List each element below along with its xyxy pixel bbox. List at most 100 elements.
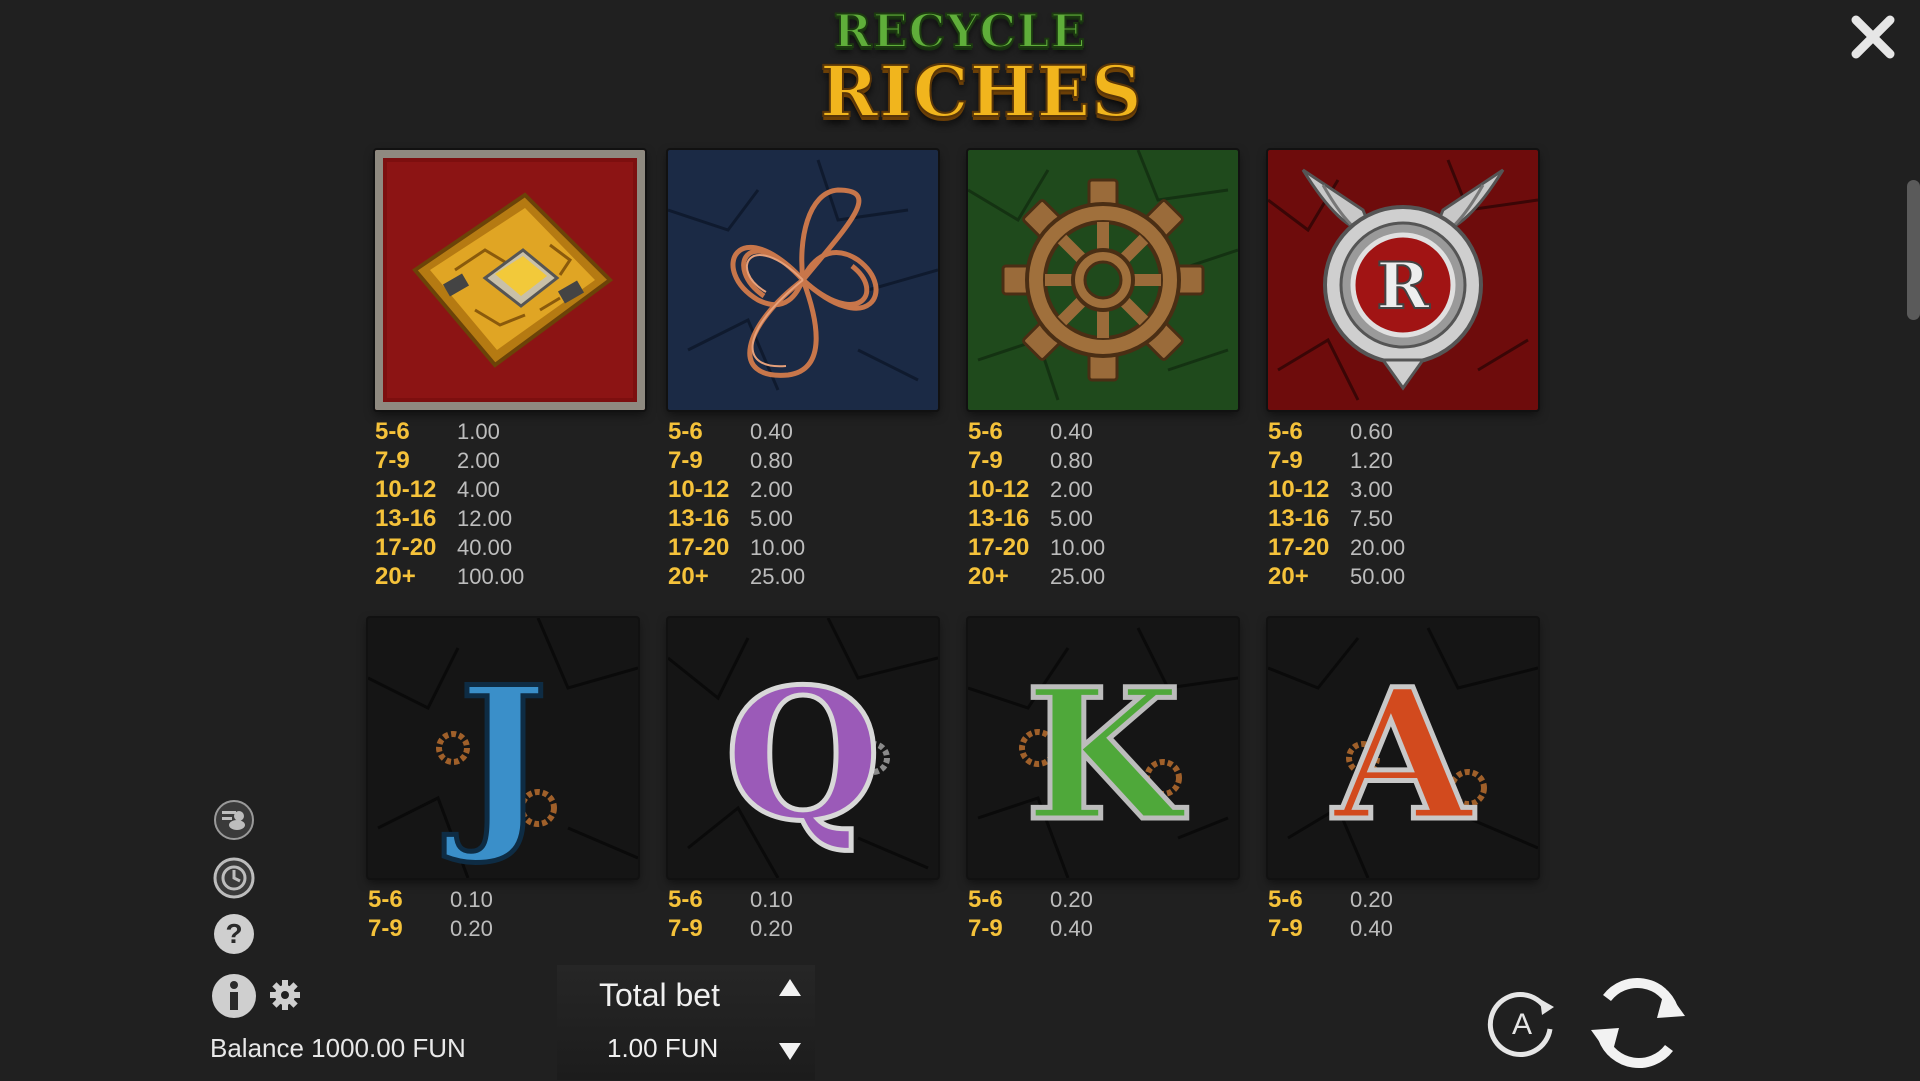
pay-row: 7-9 0.20 [368,915,638,944]
symbol-card-letter-a: A 5-6 0.20 7-9 0.40 [1268,618,1538,944]
help-icon[interactable]: ? [212,912,256,956]
pay-row: 17-20 20.00 [1268,534,1538,563]
pay-row: 5-6 0.10 [668,886,938,915]
symbol-card-circuit-board: 5-6 1.00 7-9 2.00 10-12 4.00 13-16 12.00 17-… [375,150,645,592]
pay-row: 5-6 1.00 [375,418,645,447]
info-icon[interactable] [210,972,258,1020]
symbol-letter: A [1331,650,1475,861]
pay-range: 10-12 [968,476,1030,503]
pay-range: 20+ [1268,563,1309,590]
pay-range: 17-20 [375,534,437,561]
total-bet-panel: Total bet 1.00 FUN [557,965,815,1080]
autoplay-icon[interactable]: A [1484,985,1560,1061]
symbol-card-letter-k: K 5-6 0.20 7-9 0.40 [968,618,1238,944]
pay-amount: 1.20 [1350,448,1393,473]
letter-j-icon: J [368,618,638,878]
pay-amount: 5.00 [1050,506,1093,531]
pay-range: 5-6 [1268,418,1303,445]
badge-letter: R [1376,249,1430,324]
history-icon[interactable] [212,856,256,900]
bet-decrease-button[interactable] [779,1043,801,1060]
pay-row: 7-9 0.20 [668,915,938,944]
pay-amount: 1.00 [457,419,500,444]
pay-range: 7-9 [668,915,703,942]
pay-row: 13-16 7.50 [1268,505,1538,534]
pay-row: 5-6 0.20 [968,886,1238,915]
pay-amount: 50.00 [1350,564,1406,589]
pay-row: 5-6 0.60 [1268,418,1538,447]
pay-range: 13-16 [375,505,437,532]
pay-amount: 0.80 [750,448,793,473]
pay-range: 20+ [968,563,1009,590]
symbol-card-copper-wire: 5-6 0.40 7-9 0.80 10-12 2.00 13-16 5.00 17-2… [668,150,938,592]
pay-range: 13-16 [968,505,1030,532]
pay-row: 10-12 2.00 [668,476,938,505]
pay-range: 20+ [668,563,709,590]
gear-symbol-icon [968,150,1238,410]
pay-range: 5-6 [968,886,1003,913]
pay-amount: 0.40 [1050,916,1093,941]
pay-range: 17-20 [1268,534,1330,561]
pay-range: 13-16 [1268,505,1330,532]
pay-row: 17-20 10.00 [968,534,1238,563]
pay-row: 13-16 5.00 [668,505,938,534]
pay-row: 7-9 0.80 [968,447,1238,476]
pay-amount: 0.40 [1350,916,1393,941]
pay-range: 10-12 [1268,476,1330,503]
pay-range: 17-20 [968,534,1030,561]
pay-range: 10-12 [668,476,730,503]
pay-range: 5-6 [1268,886,1303,913]
total-bet-value: 1.00 FUN [607,1033,719,1063]
pay-range: 7-9 [1268,447,1303,474]
pay-amount: 100.00 [457,564,525,589]
pay-row: 10-12 3.00 [1268,476,1538,505]
pay-row: 20+ 25.00 [968,563,1238,592]
pay-row: 7-9 1.20 [1268,447,1538,476]
pay-range: 7-9 [968,447,1003,474]
pay-range: 17-20 [668,534,730,561]
pay-amount: 5.00 [750,506,793,531]
pay-row: 20+ 50.00 [1268,563,1538,592]
pay-amount: 12.00 [457,506,513,531]
pay-amount: 2.00 [750,477,793,502]
pay-amount: 40.00 [457,535,513,560]
pay-range: 5-6 [668,418,703,445]
pay-row: 5-6 0.40 [668,418,938,447]
balance-display: Balance 1000.00 FUN [210,1033,466,1063]
pay-range: 7-9 [368,915,403,942]
pay-range: 10-12 [375,476,437,503]
pay-row: 5-6 0.20 [1268,886,1538,915]
pay-amount: 0.60 [1350,419,1393,444]
spin-icon[interactable] [1585,970,1691,1076]
settings-gear-icon[interactable] [268,978,302,1012]
pay-row: 7-9 0.80 [668,447,938,476]
total-bet-label: Total bet [599,977,720,1013]
pay-amount: 0.10 [750,887,793,912]
winged-r-badge-icon: R [1268,150,1538,410]
pay-row: 10-12 2.00 [968,476,1238,505]
pay-range: 5-6 [968,418,1003,445]
symbol-letter: J [444,645,548,868]
pay-amount: 0.20 [750,916,793,941]
pay-amount: 25.00 [1050,564,1106,589]
pay-amount: 7.50 [1350,506,1393,531]
symbol-card-gear: 5-6 0.40 7-9 0.80 10-12 2.00 13-16 5.00 17-2… [968,150,1238,592]
autoplay-letter: A [1512,1008,1532,1041]
pay-range: 7-9 [375,447,410,474]
pay-amount: 4.00 [457,477,500,502]
pay-row: 7-9 2.00 [375,447,645,476]
symbol-letter: Q [725,650,882,861]
pay-amount: 20.00 [1350,535,1406,560]
letter-q-icon: Q [668,618,938,878]
paytable-coins-icon[interactable] [212,798,256,842]
paytable: 5-6 1.00 7-9 2.00 10-12 4.00 13-16 12.00 17-… [0,0,1920,960]
symbol-card-winged-r-badge: R 5-6 0.60 7-9 1.20 10-12 3.00 13-16 7.50 17… [1268,150,1538,592]
pay-amount: 2.00 [1050,477,1093,502]
bet-increase-button[interactable] [779,979,801,996]
symbol-card-letter-q: Q 5-6 0.10 7-9 0.20 [668,618,938,944]
pay-amount: 3.00 [1350,477,1393,502]
pay-row: 7-9 0.40 [968,915,1238,944]
pay-amount: 0.40 [750,419,793,444]
pay-range: 7-9 [968,915,1003,942]
pay-amount: 10.00 [1050,535,1106,560]
